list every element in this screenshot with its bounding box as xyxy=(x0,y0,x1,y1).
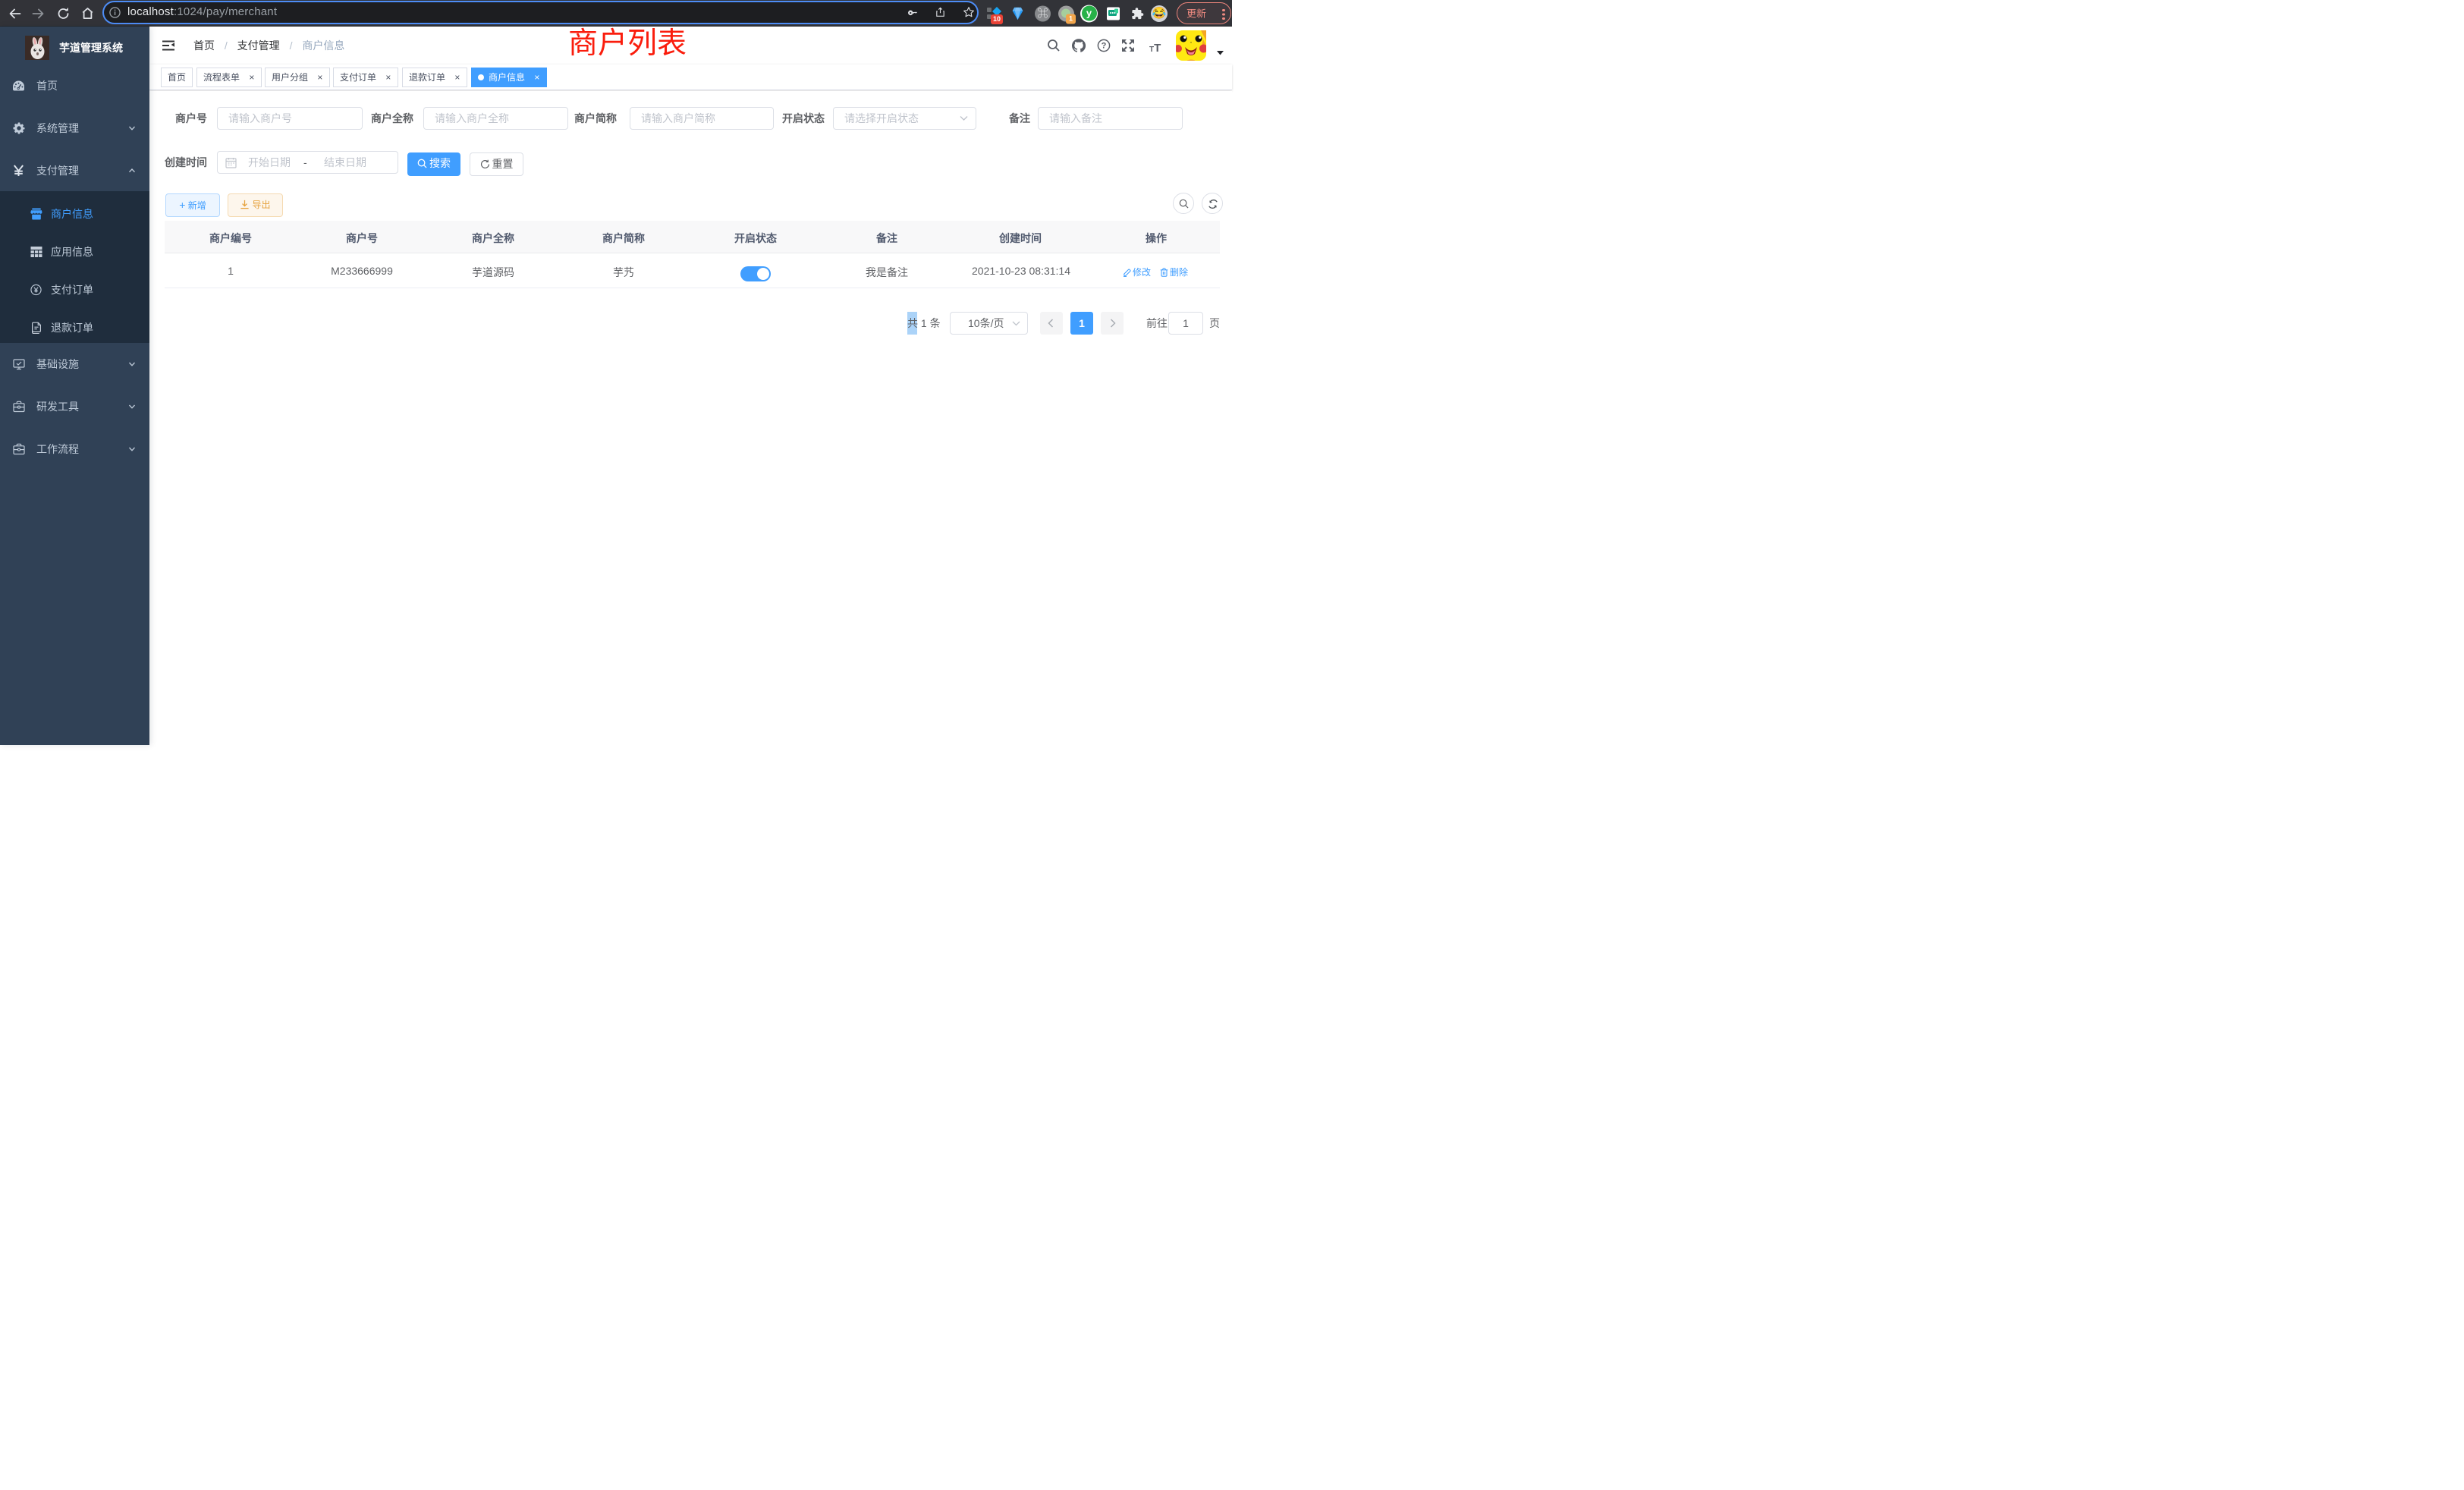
svg-text:?: ? xyxy=(1102,42,1107,51)
